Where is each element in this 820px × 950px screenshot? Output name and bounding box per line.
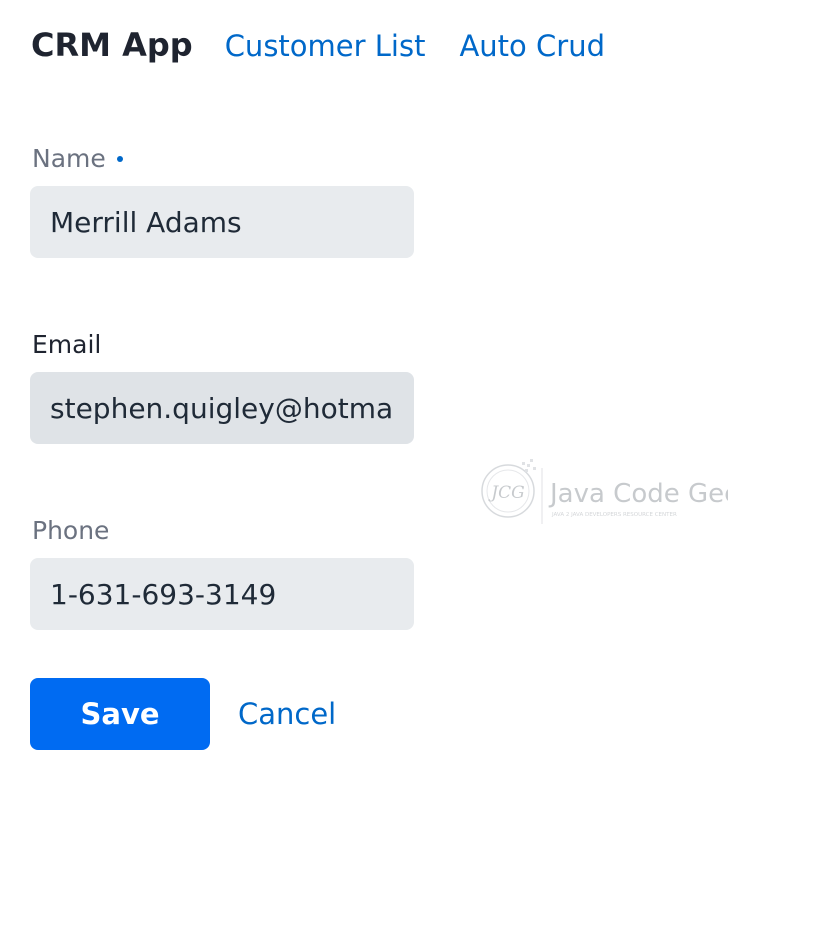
phone-input[interactable]: [30, 558, 414, 630]
name-field-group: Name: [30, 140, 414, 258]
email-field-group: Email: [30, 326, 414, 444]
phone-label: Phone: [32, 515, 110, 545]
cancel-link[interactable]: Cancel: [238, 697, 336, 731]
email-input[interactable]: [30, 372, 414, 444]
required-indicator: [116, 156, 123, 162]
name-input[interactable]: [30, 186, 414, 258]
java-code-geeks-watermark: JCG Java Code Geeks JAVA 2 JAVA DEVELOPE…: [481, 459, 728, 524]
email-label: Email: [32, 329, 102, 359]
watermark-logo-text: Java Code Geeks: [548, 479, 728, 509]
watermark-tagline: JAVA 2 JAVA DEVELOPERS RESOURCE CENTER: [551, 512, 677, 518]
save-button[interactable]: Save: [30, 678, 210, 750]
name-label: Name: [32, 143, 106, 173]
email-label-row: Email: [32, 326, 414, 362]
nav-link-auto-crud[interactable]: Auto Crud: [459, 29, 605, 63]
nav-link-customer-list[interactable]: Customer List: [225, 29, 426, 63]
phone-label-row: Phone: [32, 512, 414, 548]
top-navigation: CRM App Customer List Auto Crud: [31, 26, 639, 64]
jcg-monogram: JCG: [488, 483, 524, 503]
crm-edit-customer-page: CRM App Customer List Auto Crud Name Ema…: [0, 0, 820, 950]
form-actions: Save Cancel: [30, 678, 336, 750]
phone-field-group: Phone: [30, 512, 414, 630]
name-label-row: Name: [32, 140, 414, 176]
app-title: CRM App: [31, 26, 193, 64]
jcg-logo-icon: JCG: [481, 459, 536, 518]
